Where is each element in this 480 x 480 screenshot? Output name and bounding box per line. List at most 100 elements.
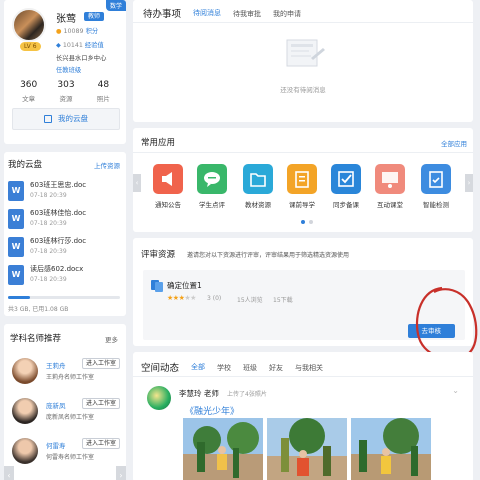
file-item[interactable]: W 读后感602.docx 07-18 20:39 (8, 264, 122, 286)
empty-message: 还没有待阅消息 (280, 86, 326, 94)
level-badge: LV 6 (20, 42, 41, 51)
file-name[interactable]: 603班王思忠.doc (30, 180, 86, 190)
file-item[interactable]: W 603班林佳怡.doc 07-18 20:39 (8, 208, 122, 230)
review-title: 评审资源 (141, 250, 176, 260)
app-textbook-resources[interactable]: 教材资源 (237, 164, 279, 209)
avatar[interactable] (12, 8, 46, 42)
more-link[interactable]: 更多 (105, 334, 118, 344)
megaphone-icon (153, 164, 183, 194)
tab-my-requests[interactable]: 我的申请 (273, 9, 301, 23)
storage-quota-text: 共3 GB, 已用1.08 GB (8, 306, 69, 313)
carousel-dot[interactable] (309, 220, 313, 224)
post-photo[interactable] (351, 418, 431, 480)
teacher-avatar[interactable] (12, 438, 38, 464)
exp-icon: ◆ (56, 42, 61, 49)
app-label: 教材资源 (245, 201, 271, 209)
tab-pending-messages[interactable]: 待阅消息 (193, 8, 222, 23)
profile-card: 数学 LV 6 张莺 教师 ● 10089 积分 ◆ 10141 经验值 长兴县… (4, 0, 126, 144)
app-label: 互动课堂 (377, 201, 403, 209)
my-cloud-title: 我的云盘 (8, 160, 43, 170)
upload-resource-link[interactable]: 上传资源 (94, 160, 120, 170)
review-item-name[interactable]: 确定位置1 (167, 280, 202, 291)
tab-related-to-me[interactable]: 与我相关 (295, 363, 323, 377)
tab-friends[interactable]: 好友 (269, 363, 283, 377)
role-badge: 教师 (84, 12, 105, 21)
chevron-down-icon[interactable]: ⌄ (452, 386, 459, 395)
cloud-disk-icon (44, 115, 52, 123)
todo-tabs: 待办事项 待阅消息 待我审批 我的申请 (143, 6, 313, 23)
exp-label[interactable]: 经验值 (85, 42, 104, 49)
enter-studio-button[interactable]: 进入工作室 (81, 398, 120, 409)
tab-class[interactable]: 班级 (243, 363, 257, 377)
class-link[interactable]: 任教班级 (56, 65, 81, 74)
post-photo[interactable] (183, 418, 263, 480)
app-sync-lesson-prep[interactable]: 同步备课 (325, 164, 367, 209)
app-label: 同步备课 (333, 201, 359, 209)
post-author[interactable]: 李慧玲 老师 (179, 388, 219, 399)
teacher-avatar[interactable] (12, 358, 38, 384)
all-apps-link[interactable]: 全部应用 (441, 138, 467, 148)
enter-studio-button[interactable]: 进入工作室 (81, 438, 120, 449)
app-preclass-guide[interactable]: 课前导学 (281, 164, 323, 209)
rating-score: 3 (0) (207, 295, 222, 302)
space-tabs: 空间动态 全部 学校 班级 好友 与我相关 (141, 360, 335, 377)
my-cloud-button[interactable]: 我的云盘 (12, 108, 120, 130)
teacher-name[interactable]: 王莉舟 (46, 360, 66, 370)
post-title[interactable]: 《融光少年》 (185, 404, 239, 417)
file-date: 07-18 20:39 (30, 192, 67, 199)
chevron-right-icon[interactable]: › (465, 174, 473, 192)
word-file-icon: W (8, 265, 24, 285)
todo-panel: 待办事项 待阅消息 待我审批 我的申请 还没有待阅消息 (133, 0, 473, 122)
stat-label: 文章 (22, 95, 36, 103)
my-cloud-label: 我的云盘 (58, 114, 88, 123)
file-name[interactable]: 603班林佳怡.doc (30, 208, 86, 218)
stat-number: 360 (20, 80, 38, 90)
app-student-review[interactable]: 学生点评 (191, 164, 233, 209)
teacher-studio: 庞新凤名师工作室 (46, 414, 95, 421)
app-label: 智能检测 (423, 201, 449, 209)
chevron-left-icon[interactable]: ‹ (4, 466, 14, 480)
stat-articles[interactable]: 360 文章 (10, 80, 47, 103)
post-author-avatar[interactable] (147, 386, 171, 410)
review-description: 邀请您对以下资源进行评审，评审结果用于筛选精选资源使用 (187, 252, 350, 259)
profile-name[interactable]: 张莺 (56, 10, 76, 25)
chevron-left-icon[interactable]: ‹ (133, 174, 141, 192)
file-name[interactable]: 603班林行莎.doc (30, 236, 86, 246)
stat-label: 照片 (96, 95, 110, 103)
file-item[interactable]: W 603班王思忠.doc 07-18 20:39 (8, 180, 122, 202)
app-label: 课前导学 (289, 201, 315, 209)
post-photo[interactable] (267, 418, 347, 480)
teacher-recommend-panel: 学科名师推荐 更多 王莉舟 王莉舟名师工作室 进入工作室 庞新凤 庞新凤名师工作… (4, 324, 126, 480)
teacher-avatar[interactable] (12, 398, 38, 424)
stat-number: 303 (57, 80, 75, 90)
stat-photos[interactable]: 48 照片 (85, 80, 122, 103)
app-notice[interactable]: 通知公告 (147, 164, 189, 209)
teacher-name[interactable]: 庞新凤 (46, 400, 66, 410)
exp-line: ◆ 10141 经验值 (56, 40, 104, 49)
teacher-name[interactable]: 何雷寿 (46, 440, 66, 450)
space-title: 空间动态 (141, 363, 180, 374)
app-smart-test[interactable]: 智能检测 (415, 164, 457, 209)
app-interactive-classroom[interactable]: 互动课堂 (369, 164, 411, 209)
word-file-icon: W (8, 181, 24, 201)
tab-all[interactable]: 全部 (191, 362, 206, 377)
teacher-studio: 何雷寿名师工作室 (46, 454, 95, 461)
points-label[interactable]: 积分 (86, 28, 99, 35)
tab-pending-approval[interactable]: 待我审批 (233, 9, 261, 23)
subject-tag: 数学 (105, 0, 126, 11)
chevron-right-icon[interactable]: › (116, 466, 126, 480)
storage-quota-bar (8, 296, 120, 299)
carousel-dot-active[interactable] (301, 220, 305, 224)
notebook-icon (287, 164, 317, 194)
school-name: 长兴县水口乡中心 (56, 55, 107, 62)
file-item[interactable]: W 603班林行莎.doc 07-18 20:39 (8, 236, 122, 258)
file-date: 07-18 20:39 (30, 248, 67, 255)
file-date: 07-18 20:39 (30, 220, 67, 227)
clipboard-icon (421, 164, 451, 194)
file-name[interactable]: 读后感602.docx (30, 264, 83, 274)
stat-number: 48 (97, 80, 110, 90)
enter-studio-button[interactable]: 进入工作室 (81, 358, 120, 369)
points-value: 10089 (63, 28, 84, 35)
tab-school[interactable]: 学校 (217, 363, 231, 377)
stat-resources[interactable]: 303 资源 (47, 80, 84, 103)
